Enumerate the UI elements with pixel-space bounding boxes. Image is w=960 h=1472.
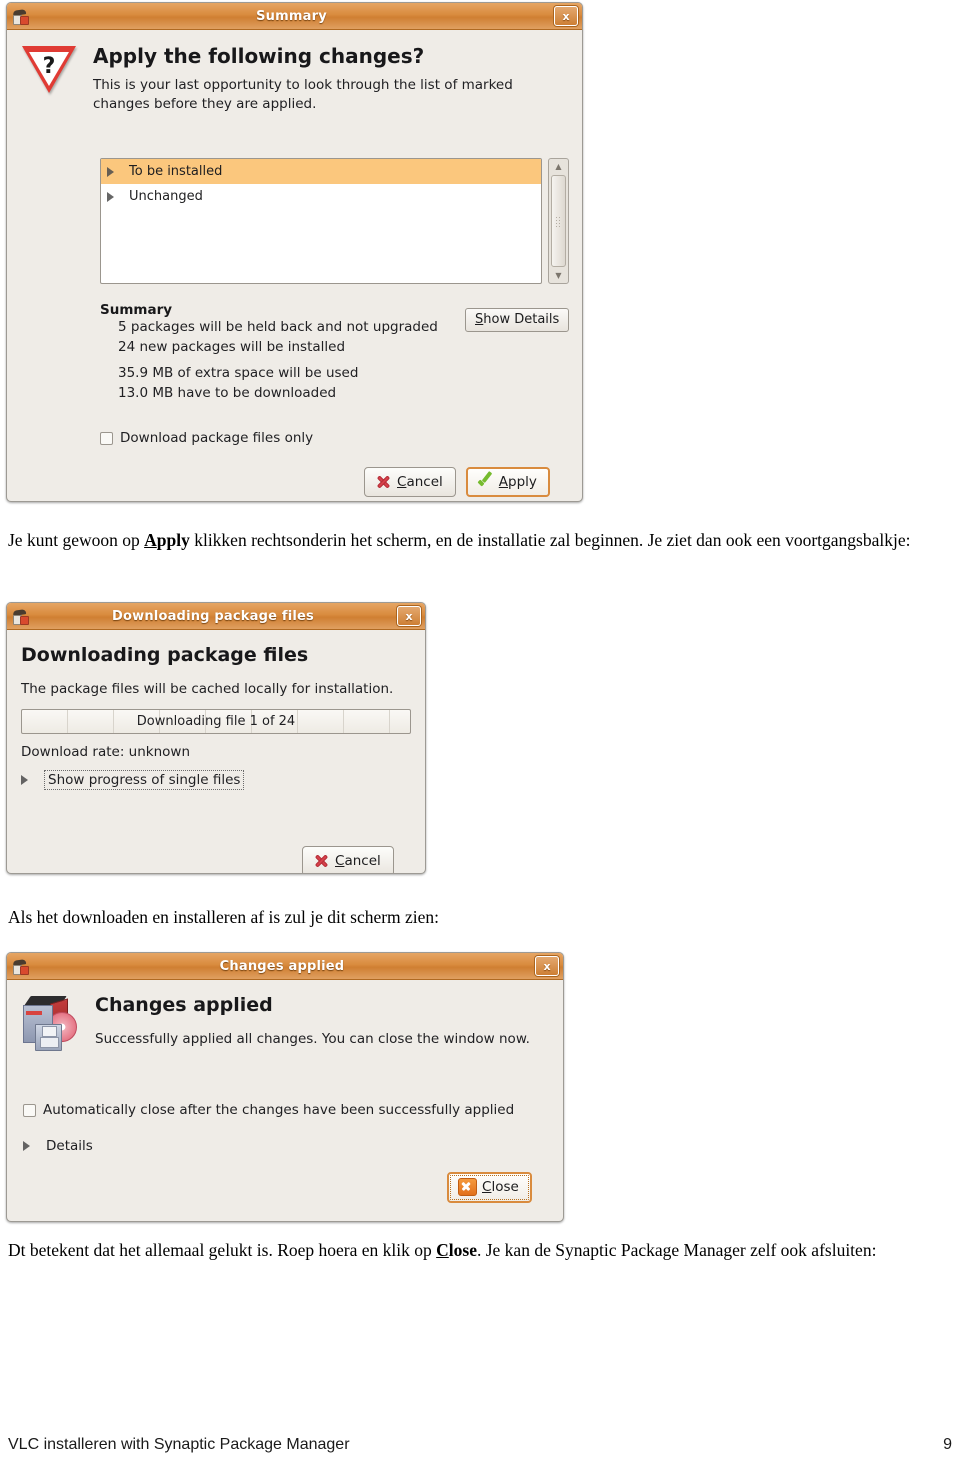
cancel-label: ancel [406, 473, 443, 490]
synaptic-icon [11, 7, 29, 25]
downloading-dialog-title: Downloading package files [112, 608, 314, 624]
scroll-up-icon[interactable]: ▲ [549, 159, 568, 174]
page-footer: VLC installeren with Synaptic Package Ma… [8, 1436, 952, 1454]
download-only-checkbox[interactable] [100, 431, 113, 445]
cancel-button[interactable]: Cancel [364, 467, 456, 497]
question-triangle-icon: ? [19, 42, 81, 104]
downloading-dialog: Downloading package files x Downloading … [6, 602, 426, 874]
list-item[interactable]: Unchanged [101, 184, 541, 209]
synaptic-icon [11, 957, 29, 975]
paragraph-3: Dt betekent dat het allemaal gelukt is. … [8, 1238, 952, 1263]
auto-close-checkbox-row[interactable]: Automatically close after the changes ha… [23, 1102, 514, 1118]
download-only-checkbox-row[interactable]: Download package files only [100, 430, 313, 446]
download-only-label: Download package files only [120, 430, 314, 446]
list-item-label: To be installed [129, 164, 223, 179]
footer-title: VLC installeren with Synaptic Package Ma… [8, 1436, 350, 1453]
chevron-right-icon[interactable] [107, 166, 121, 177]
summary-heading-row: ? Apply the following changes? This is y… [19, 40, 570, 114]
close-button[interactable]: Close [447, 1172, 532, 1203]
changes-applied-titlebar[interactable]: Changes applied x [7, 953, 563, 980]
downloading-description: The package files will be cached locally… [21, 681, 394, 697]
paragraph-3-bold-rest: lose [448, 1240, 477, 1260]
summary-dialog: Summary x ? Apply the following changes?… [6, 2, 583, 502]
synaptic-icon [11, 607, 29, 625]
chevron-right-icon[interactable] [21, 775, 35, 786]
apply-button[interactable]: Apply [465, 467, 550, 497]
downloading-heading: Downloading package files [21, 644, 309, 666]
changes-applied-title: Changes applied [219, 958, 345, 974]
download-progress-text: Downloading file 1 of 24 [136, 714, 296, 730]
summary-button-row: Cancel Apply [364, 467, 550, 497]
summary-line: 35.9 MB of extra space will be used [118, 365, 359, 382]
paragraph-2: Als het downloaden en installeren af is … [8, 907, 440, 927]
show-details-button[interactable]: Show Details [465, 308, 570, 332]
close-icon[interactable]: x [397, 606, 421, 626]
summary-heading-text: Apply the following changes? This is you… [93, 40, 570, 114]
auto-close-checkbox[interactable] [23, 1103, 36, 1117]
chevron-right-icon[interactable] [23, 1141, 37, 1151]
cancel-button[interactable]: Cancel [302, 846, 394, 873]
downloading-dialog-titlebar[interactable]: Downloading package files x [7, 603, 425, 630]
changes-applied-button-row: Close [447, 1172, 532, 1203]
downloading-dialog-body: Downloading package files The package fi… [7, 630, 425, 873]
paragraph-1: Je kunt gewoon op Apply klikken rechtson… [8, 528, 952, 553]
paragraph-3-part-b: . Je kan de Synaptic Package Manager zel… [476, 1240, 877, 1260]
close-icon[interactable]: x [554, 6, 578, 26]
chevron-right-icon[interactable] [107, 191, 121, 202]
auto-close-label: Automatically close after the changes ha… [43, 1102, 515, 1118]
changes-applied-heading-text: Changes applied Successfully applied all… [95, 990, 530, 1052]
paragraph-3-part-a: Dt betekent dat het allemaal gelukt is. … [8, 1240, 437, 1260]
apply-mnemonic: A [498, 473, 508, 490]
paragraph-1-part-b: klikken rechtsonderin het scherm, en de … [189, 530, 911, 550]
changes-listbox[interactable]: To be installed Unchanged [100, 158, 542, 284]
changes-applied-heading: Changes applied [95, 994, 273, 1016]
list-item-label: Unchanged [129, 189, 203, 204]
changes-applied-dialog: Changes applied x Changes applied Succes… [6, 952, 564, 1222]
download-rate-text: Download rate: unknown [21, 744, 191, 761]
details-disclosure[interactable]: Details [23, 1138, 93, 1154]
apply-label: pply [508, 473, 537, 490]
footer-page-number: 9 [943, 1436, 952, 1453]
cancel-x-icon [375, 473, 392, 490]
summary-line: 24 new packages will be installed [118, 338, 346, 355]
download-progress-bar: Downloading file 1 of 24 [21, 709, 411, 735]
show-details-label: how Details [483, 312, 560, 327]
summary-heading: Apply the following changes? [93, 44, 425, 68]
paragraph-3-bold-mnemonic: C [436, 1240, 449, 1260]
changes-applied-body: Changes applied Successfully applied all… [7, 980, 563, 1203]
summary-dialog-titlebar[interactable]: Summary x [7, 3, 582, 30]
summary-line: 13.0 MB have to be downloaded [118, 385, 337, 402]
close-icon[interactable]: x [535, 956, 559, 976]
close-label: lose [491, 1179, 519, 1195]
paragraph-1-bold-mnemonic: A [144, 530, 157, 550]
downloading-button-row: Cancel [302, 846, 394, 873]
summary-description: This is your last opportunity to look th… [93, 77, 513, 113]
summary-dialog-body: ? Apply the following changes? This is y… [7, 30, 582, 497]
cancel-x-icon [313, 852, 330, 869]
changes-list-scrollbar[interactable]: ▲ ▼ [548, 158, 569, 284]
cancel-label: ancel [344, 852, 381, 869]
list-item[interactable]: To be installed [101, 159, 541, 184]
close-x-icon [458, 1178, 477, 1196]
show-single-files-disclosure[interactable]: Show progress of single files [21, 770, 411, 791]
package-cd-floppy-icon [21, 994, 83, 1052]
show-single-files-label: Show progress of single files [44, 770, 245, 791]
changes-applied-heading-row: Changes applied Successfully applied all… [21, 990, 549, 1052]
scroll-down-icon[interactable]: ▼ [549, 268, 568, 283]
scrollbar-thumb[interactable] [551, 175, 566, 267]
paragraph-1-bold-rest: pply [156, 530, 190, 550]
details-label: Details [46, 1138, 93, 1154]
changes-applied-description: Successfully applied all changes. You ca… [95, 1031, 530, 1047]
summary-dialog-title: Summary [256, 8, 327, 24]
paragraph-1-part-a: Je kunt gewoon op [8, 530, 145, 550]
apply-check-icon [477, 473, 494, 490]
